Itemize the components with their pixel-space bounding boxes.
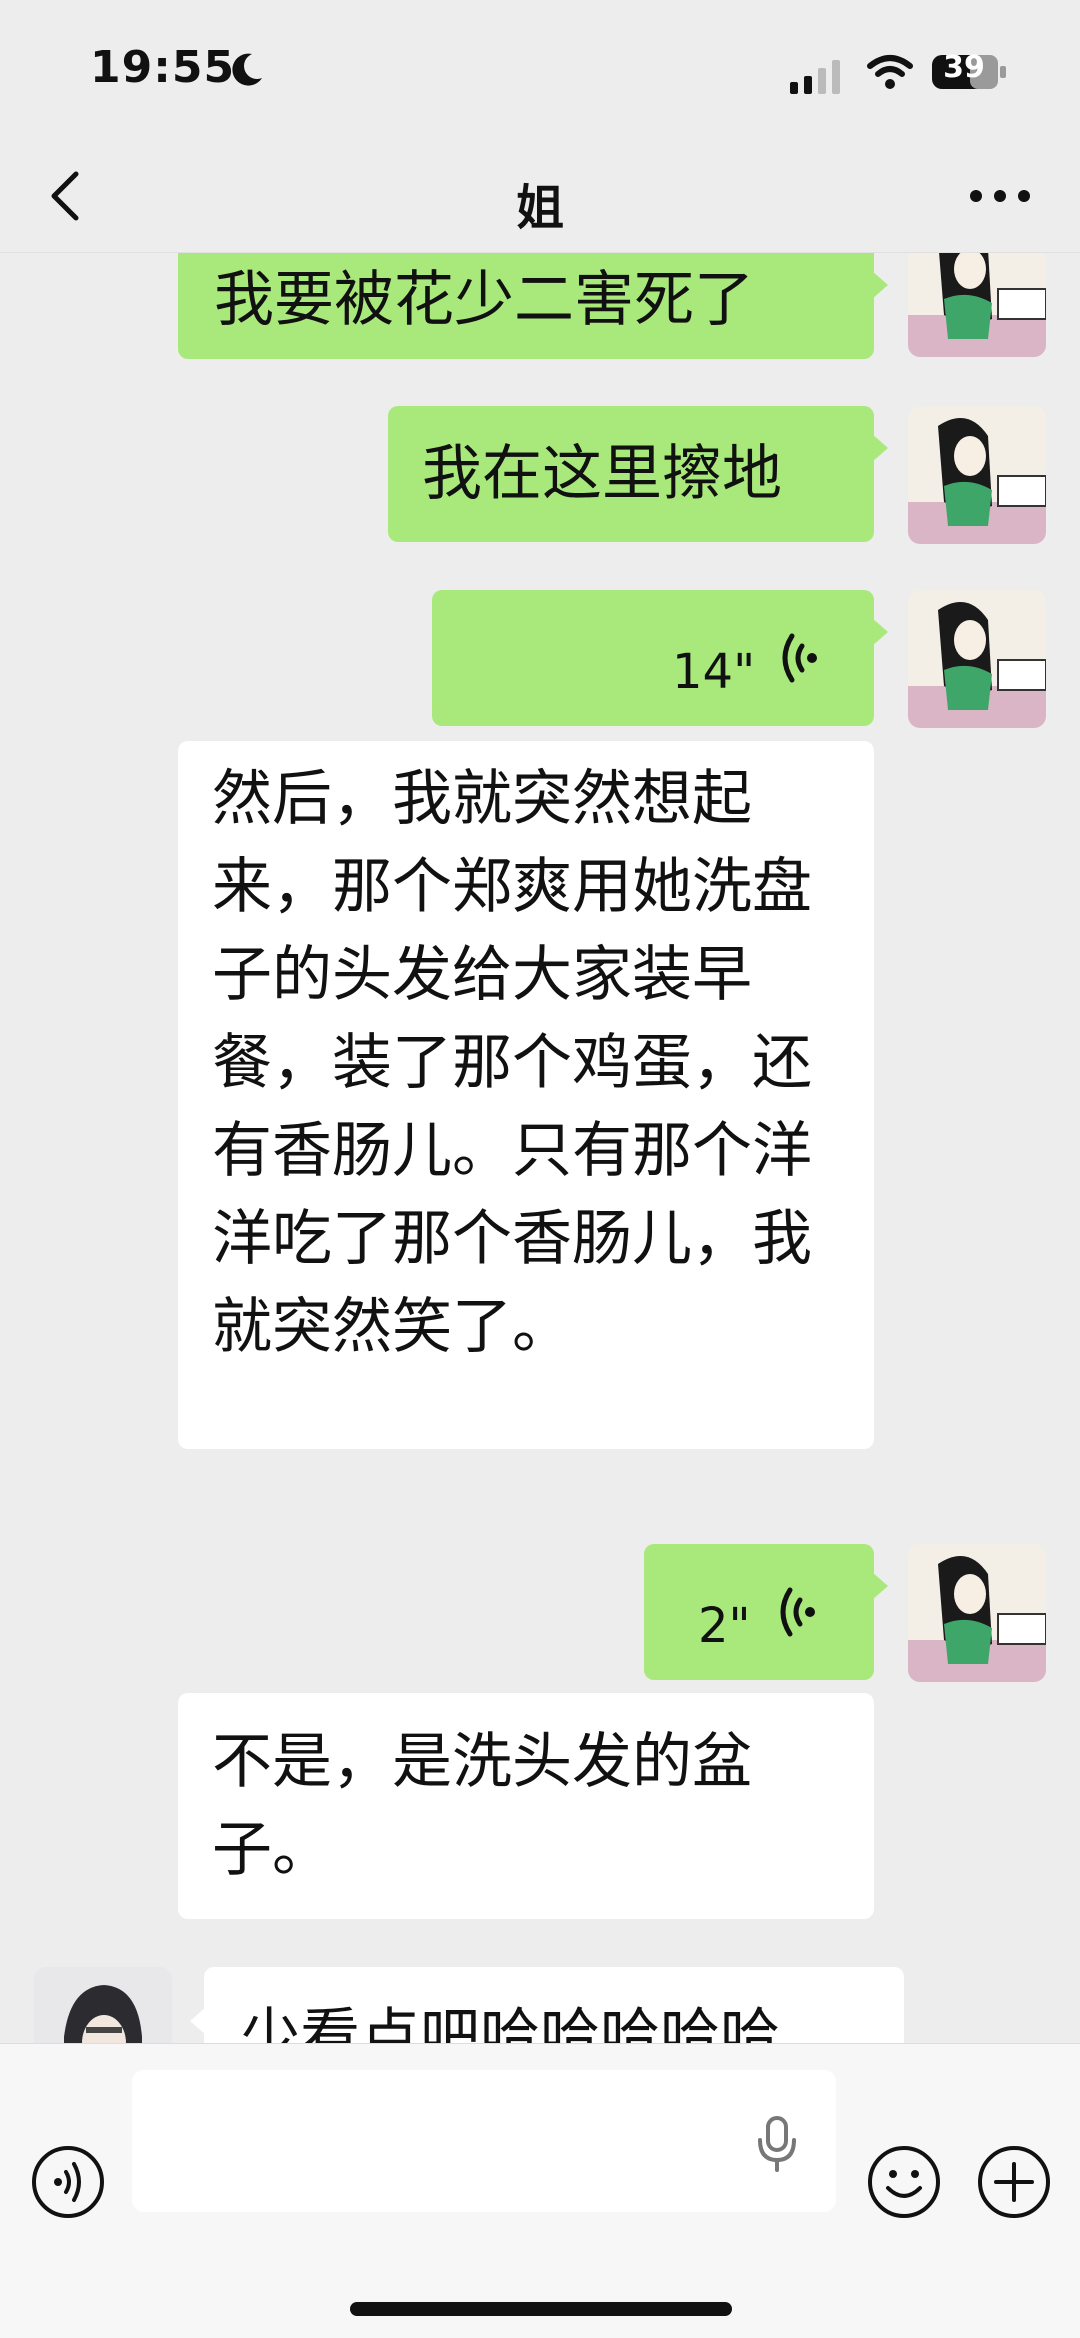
- message-bubble-received[interactable]: 不是，是洗头发的盆子。: [178, 1693, 874, 1919]
- voice-wave-icon: [780, 1587, 815, 1637]
- message-text: 少看点吧哈哈哈哈哈: [240, 2002, 780, 2043]
- message-bubble-sent[interactable]: 我在这里擦地: [388, 406, 888, 542]
- battery-level: 39: [943, 50, 985, 85]
- message-bubble-sent[interactable]: 我要被花少二害死了: [178, 253, 888, 359]
- voice-duration: 14": [672, 644, 756, 700]
- moon-icon: [232, 53, 262, 86]
- my-avatar[interactable]: [908, 590, 1046, 728]
- message-text: 我在这里擦地: [422, 439, 782, 509]
- contact-avatar[interactable]: [34, 1967, 172, 2043]
- status-time: 19:55: [90, 42, 236, 93]
- wifi-icon: [867, 55, 913, 89]
- voice-message-sent[interactable]: 2": [644, 1544, 888, 1680]
- chat-messages[interactable]: 我要被花少二害死了 我在这里擦地 14" 然后，我就突然想起来，那个郑爽用她洗盘…: [0, 253, 1080, 2043]
- message-text: 然后，我就突然想起来，那个郑爽用她洗盘子的头发给大家装早餐，装了那个鸡蛋，还有香…: [212, 764, 812, 1362]
- my-avatar[interactable]: [908, 253, 1046, 357]
- voice-duration: 2": [698, 1598, 751, 1654]
- message-text: 不是，是洗头发的盆子。: [212, 1727, 752, 1885]
- cellular-signal-icon: [790, 60, 840, 94]
- plus-icon[interactable]: [976, 2144, 1052, 2220]
- status-bar: 19:55 39: [0, 0, 1080, 140]
- chat-title: 姐: [515, 180, 564, 236]
- message-bubble-received[interactable]: 少看点吧哈哈哈哈哈: [190, 1967, 904, 2043]
- message-bubble-received[interactable]: 然后，我就突然想起来，那个郑爽用她洗盘子的头发给大家装早餐，装了那个鸡蛋，还有香…: [178, 741, 874, 1449]
- voice-message-sent[interactable]: 14": [432, 590, 888, 726]
- my-avatar[interactable]: [908, 406, 1046, 544]
- message-input[interactable]: [132, 2070, 836, 2212]
- voice-wave-icon: [782, 633, 817, 683]
- message-text: 我要被花少二害死了: [214, 265, 754, 335]
- microphone-icon[interactable]: [752, 2114, 802, 2172]
- voice-toggle-icon[interactable]: [30, 2144, 106, 2220]
- chat-header: 姐: [0, 140, 1080, 253]
- more-dots-icon[interactable]: [960, 166, 1040, 226]
- input-bar: [0, 2043, 1080, 2338]
- emoji-icon[interactable]: [866, 2144, 942, 2220]
- my-avatar[interactable]: [908, 1544, 1046, 1682]
- home-indicator[interactable]: [350, 2302, 732, 2316]
